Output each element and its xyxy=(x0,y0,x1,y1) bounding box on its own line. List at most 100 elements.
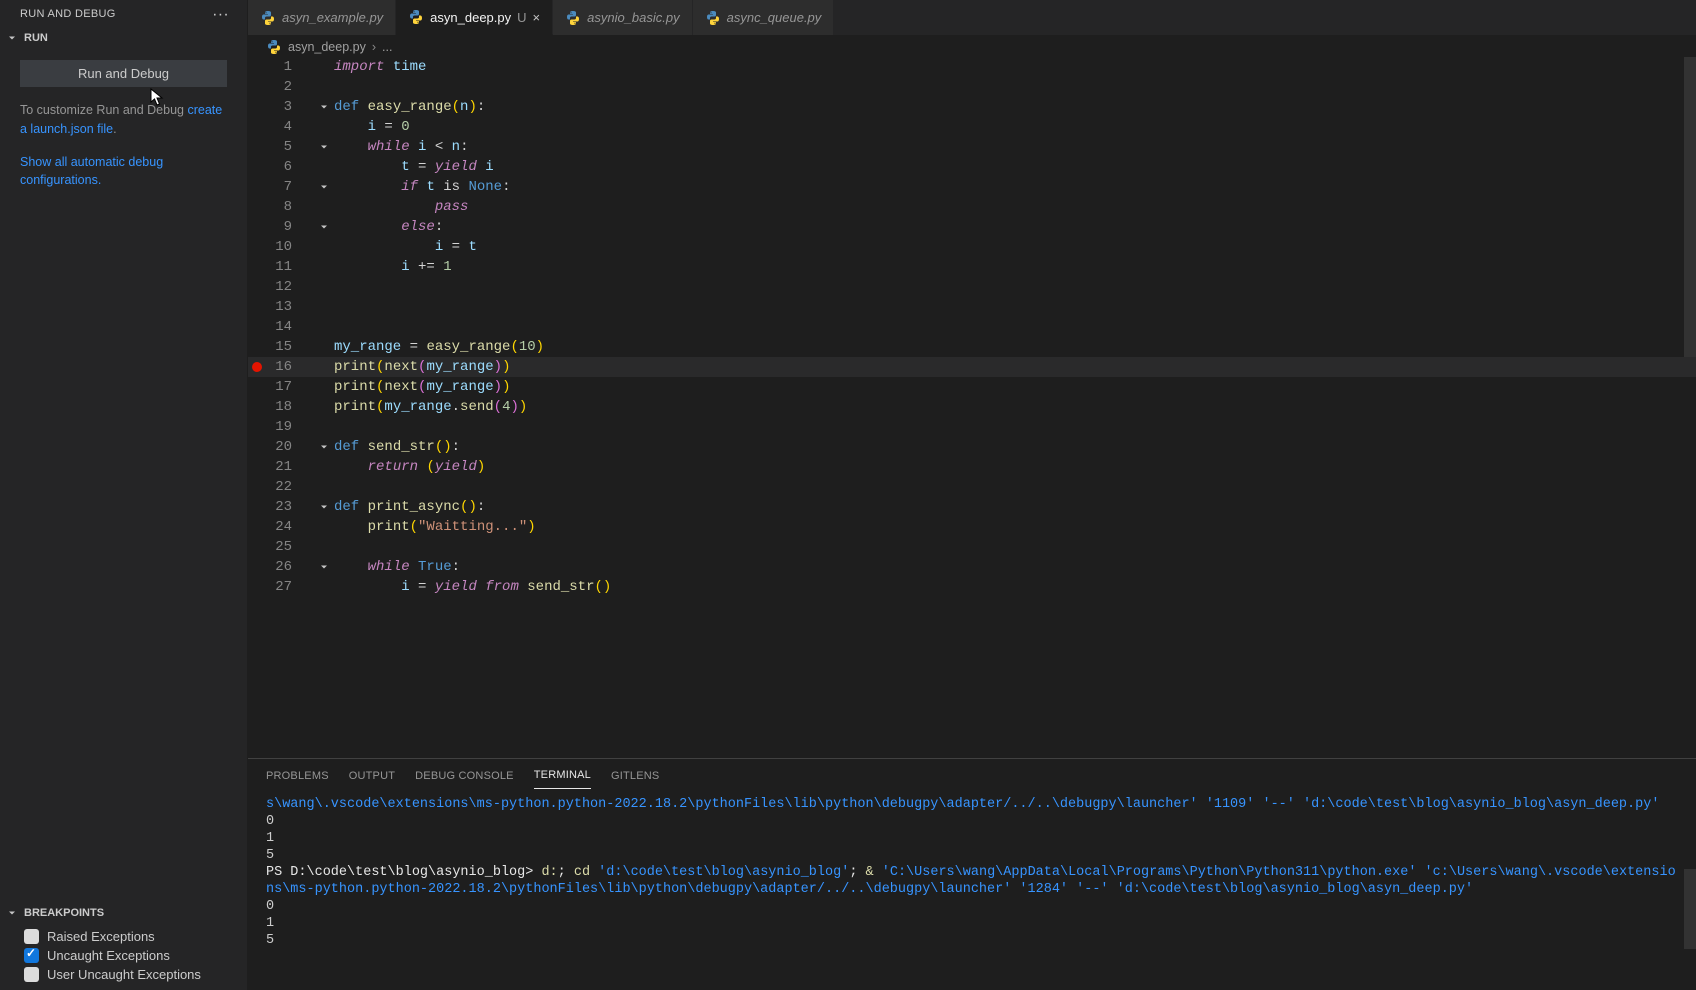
code-line[interactable]: i = 0 xyxy=(334,117,1696,137)
editor-tab[interactable]: async_queue.py xyxy=(693,0,835,35)
code-editor[interactable]: 1234567891011121314151617181920212223242… xyxy=(248,57,1696,758)
line-number[interactable]: 7 xyxy=(248,177,310,197)
panel-tab[interactable]: TERMINAL xyxy=(534,762,591,789)
line-number[interactable]: 26 xyxy=(248,557,310,577)
breadcrumb[interactable]: asyn_deep.py › ... xyxy=(248,35,1696,57)
tab-filename: async_queue.py xyxy=(727,10,822,25)
code-line[interactable]: while True: xyxy=(334,557,1696,577)
code-line[interactable] xyxy=(334,317,1696,337)
line-number[interactable]: 13 xyxy=(248,297,310,317)
code-line[interactable]: print(next(my_range)) xyxy=(334,357,1696,377)
breakpoint-dot-icon[interactable] xyxy=(252,362,262,372)
code-line[interactable] xyxy=(334,477,1696,497)
terminal-output[interactable]: s\wang\.vscode\extensions\ms-python.pyth… xyxy=(248,792,1696,990)
breakpoint-item[interactable]: Uncaught Exceptions xyxy=(0,946,247,965)
show-auto-link-1[interactable]: Show all automatic debug xyxy=(20,155,163,169)
line-number[interactable]: 17 xyxy=(248,377,310,397)
code-line[interactable] xyxy=(334,297,1696,317)
line-number[interactable]: 20 xyxy=(248,437,310,457)
code-line[interactable]: t = yield i xyxy=(334,157,1696,177)
panel-tab[interactable]: OUTPUT xyxy=(349,763,395,789)
line-number[interactable]: 15 xyxy=(248,337,310,357)
line-number[interactable]: 18 xyxy=(248,397,310,417)
line-number[interactable]: 11 xyxy=(248,257,310,277)
code-line[interactable]: my_range = easy_range(10) xyxy=(334,337,1696,357)
code-line[interactable]: i = t xyxy=(334,237,1696,257)
line-number[interactable]: 24 xyxy=(248,517,310,537)
fold-chevron-icon[interactable] xyxy=(316,97,332,117)
debug-sidebar: RUN AND DEBUG ··· RUN Run and Debug To c… xyxy=(0,0,248,990)
breadcrumb-tail: ... xyxy=(382,40,392,54)
close-icon[interactable]: × xyxy=(533,10,541,25)
line-number[interactable]: 4 xyxy=(248,117,310,137)
chevron-down-icon xyxy=(6,32,20,44)
tab-filename: asynio_basic.py xyxy=(587,10,680,25)
breakpoint-checkbox[interactable] xyxy=(24,948,39,963)
breakpoints-section-header[interactable]: BREAKPOINTS xyxy=(0,903,247,923)
code-line[interactable]: if t is None: xyxy=(334,177,1696,197)
code-line[interactable]: print(next(my_range)) xyxy=(334,377,1696,397)
breadcrumb-file: asyn_deep.py xyxy=(288,40,366,54)
code-line[interactable]: while i < n: xyxy=(334,137,1696,157)
code-line[interactable] xyxy=(334,277,1696,297)
editor-tab[interactable]: asyn_deep.py U × xyxy=(396,0,553,35)
code-line[interactable]: else: xyxy=(334,217,1696,237)
line-number[interactable]: 10 xyxy=(248,237,310,257)
run-and-debug-button[interactable]: Run and Debug xyxy=(20,60,227,87)
panel-tab-bar: PROBLEMS OUTPUT DEBUG CONSOLE TERMINAL GITLE… xyxy=(248,759,1696,792)
line-number[interactable]: 19 xyxy=(248,417,310,437)
code-line[interactable] xyxy=(334,537,1696,557)
run-section-label: RUN xyxy=(24,32,48,44)
code-line[interactable] xyxy=(334,417,1696,437)
code-line[interactable]: return (yield) xyxy=(334,457,1696,477)
code-line[interactable]: print(my_range.send(4)) xyxy=(334,397,1696,417)
fold-chevron-icon[interactable] xyxy=(316,497,332,517)
panel-tab[interactable]: GITLENS xyxy=(611,763,659,789)
line-number[interactable]: 6 xyxy=(248,157,310,177)
breakpoint-checkbox[interactable] xyxy=(24,929,39,944)
terminal-line: s\wang\.vscode\extensions\ms-python.pyth… xyxy=(266,796,1678,813)
line-number[interactable]: 2 xyxy=(248,77,310,97)
line-number[interactable]: 12 xyxy=(248,277,310,297)
line-number[interactable]: 3 xyxy=(248,97,310,117)
editor-tab-bar: asyn_example.pyasyn_deep.py U × asynio_ba… xyxy=(248,0,1696,35)
line-number[interactable]: 14 xyxy=(248,317,310,337)
panel-tab[interactable]: PROBLEMS xyxy=(266,763,329,789)
fold-chevron-icon[interactable] xyxy=(316,437,332,457)
breakpoint-checkbox[interactable] xyxy=(24,967,39,982)
line-number[interactable]: 21 xyxy=(248,457,310,477)
line-number[interactable]: 5 xyxy=(248,137,310,157)
show-auto-link-2[interactable]: configurations xyxy=(20,173,98,187)
breakpoint-item[interactable]: Raised Exceptions xyxy=(0,927,247,946)
python-file-icon xyxy=(266,39,282,55)
code-line[interactable]: def send_str(): xyxy=(334,437,1696,457)
fold-chevron-icon[interactable] xyxy=(316,137,332,157)
breakpoint-item[interactable]: User Uncaught Exceptions xyxy=(0,965,247,984)
code-line[interactable]: print("Waitting...") xyxy=(334,517,1696,537)
fold-chevron-icon[interactable] xyxy=(316,177,332,197)
line-number[interactable]: 23 xyxy=(248,497,310,517)
line-number[interactable]: 9 xyxy=(248,217,310,237)
line-number[interactable]: 8 xyxy=(248,197,310,217)
code-line[interactable]: i += 1 xyxy=(334,257,1696,277)
line-number[interactable]: 27 xyxy=(248,577,310,597)
run-section-header[interactable]: RUN xyxy=(0,28,247,48)
editor-tab[interactable]: asynio_basic.py xyxy=(553,0,693,35)
fold-chevron-icon[interactable] xyxy=(316,557,332,577)
panel-tab[interactable]: DEBUG CONSOLE xyxy=(415,763,514,789)
line-number[interactable]: 22 xyxy=(248,477,310,497)
fold-chevron-icon[interactable] xyxy=(316,217,332,237)
code-line[interactable]: import time xyxy=(334,57,1696,77)
line-number[interactable]: 25 xyxy=(248,537,310,557)
code-line[interactable]: def print_async(): xyxy=(334,497,1696,517)
sidebar-more-icon[interactable]: ··· xyxy=(208,9,233,20)
chevron-right-icon: › xyxy=(372,40,376,54)
code-line[interactable]: pass xyxy=(334,197,1696,217)
code-line[interactable] xyxy=(334,77,1696,97)
code-line[interactable]: i = yield from send_str() xyxy=(334,577,1696,597)
run-section-body: Run and Debug To customize Run and Debug… xyxy=(0,48,247,202)
code-line[interactable]: def easy_range(n): xyxy=(334,97,1696,117)
line-number[interactable]: 1 xyxy=(248,57,310,77)
panel-scrollbar[interactable] xyxy=(1684,759,1696,990)
editor-tab[interactable]: asyn_example.py xyxy=(248,0,396,35)
